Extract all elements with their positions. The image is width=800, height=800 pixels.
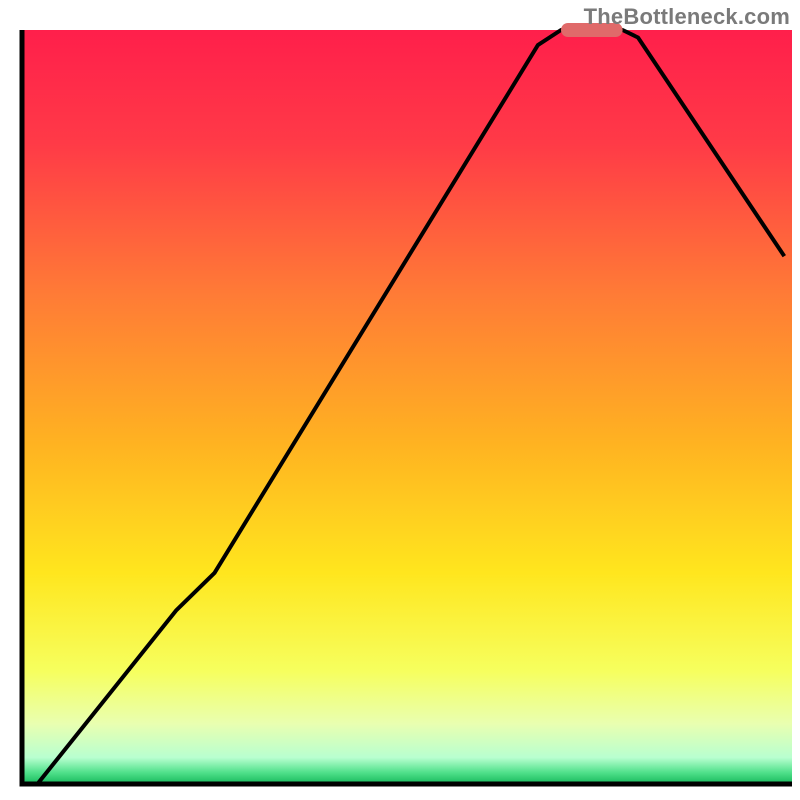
- chart-svg: [0, 0, 800, 800]
- watermark-text: TheBottleneck.com: [584, 4, 790, 30]
- bottleneck-chart: TheBottleneck.com: [0, 0, 800, 800]
- gradient-background: [22, 30, 792, 784]
